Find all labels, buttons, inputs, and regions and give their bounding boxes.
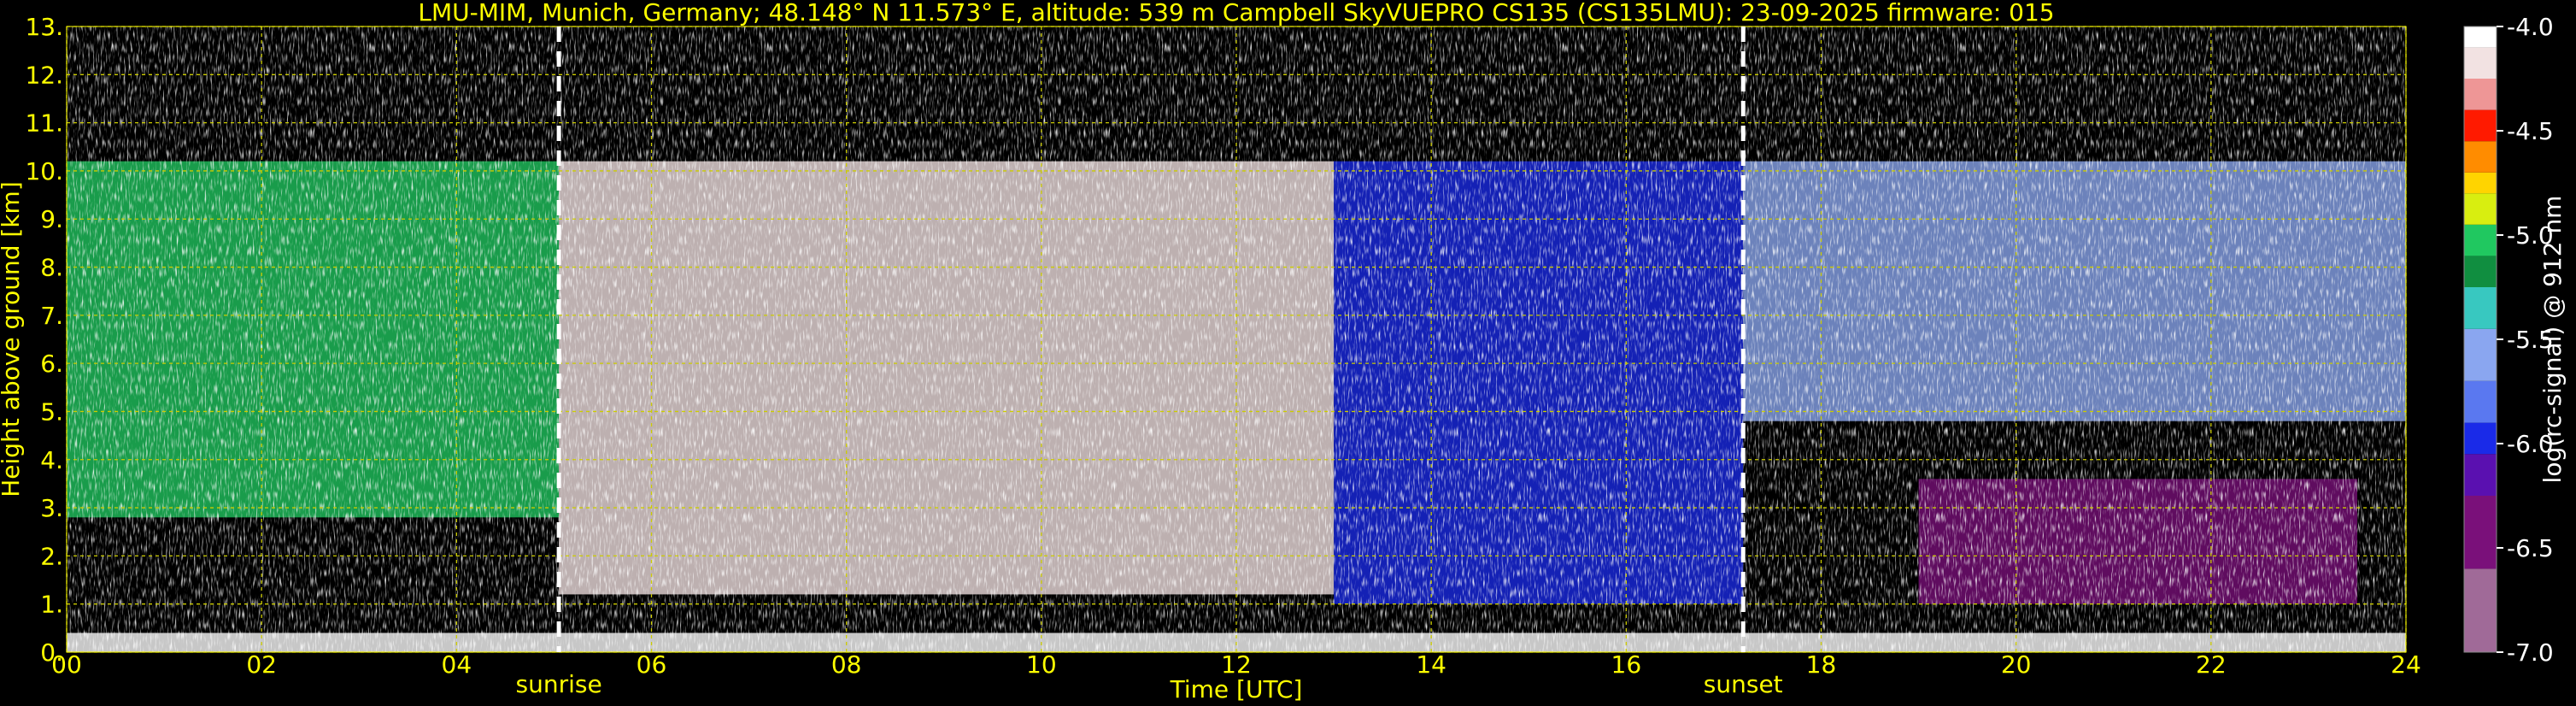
- x-tick-label: 10: [1026, 650, 1057, 679]
- colorbar-tick-label: -7.0: [2507, 638, 2554, 667]
- x-tick-label: 06: [637, 650, 667, 679]
- noise-overlay: [67, 26, 2406, 652]
- sun-event-label: sunset: [1704, 670, 1783, 698]
- colorbar-swatch: [2464, 79, 2497, 110]
- colorbar-swatch: [2464, 568, 2497, 652]
- y-tick-labels: 0.1.2.3.4.5.6.7.8.9.10.11.12.13.: [25, 13, 63, 667]
- colorbar-swatch: [2464, 109, 2497, 142]
- colorbar-tick-label: -4.0: [2507, 13, 2554, 41]
- y-tick-label: 11.: [25, 109, 63, 138]
- heatmap-layer: [67, 26, 2406, 652]
- y-tick-label: 12.: [25, 61, 63, 89]
- colorbar-swatch: [2464, 496, 2497, 569]
- colorbar-swatch: [2464, 256, 2497, 287]
- y-tick-label: 5.: [40, 397, 63, 426]
- colorbar-swatch: [2464, 193, 2497, 225]
- colorbar-swatch: [2464, 328, 2497, 381]
- colorbar-swatch: [2464, 141, 2497, 173]
- colorbar-tick-label: -6.5: [2507, 534, 2554, 562]
- y-tick-label: 10.: [25, 157, 63, 185]
- colorbar-swatch: [2464, 422, 2497, 455]
- y-tick-label: 4.: [40, 446, 63, 474]
- x-tick-label: 16: [1611, 650, 1642, 679]
- colorbar: [2464, 26, 2497, 652]
- y-tick-label: 1.: [40, 591, 63, 619]
- y-tick-label: 8.: [40, 254, 63, 282]
- colorbar-swatch: [2464, 172, 2497, 194]
- y-tick-label: 6.: [40, 350, 63, 378]
- colorbar-swatch: [2464, 47, 2497, 79]
- colorbar-swatch: [2464, 26, 2497, 48]
- x-tick-label: 14: [1416, 650, 1446, 679]
- y-tick-label: 9.: [40, 205, 63, 233]
- y-tick-label: 7.: [40, 302, 63, 330]
- colorbar-swatch: [2464, 287, 2497, 329]
- colorbar-swatch: [2464, 224, 2497, 256]
- colorbar-swatch: [2464, 380, 2497, 423]
- chart-title: LMU-MIM, Munich, Germany; 48.148° N 11.5…: [418, 0, 2054, 26]
- colorbar-swatch: [2464, 454, 2497, 496]
- x-tick-label: 04: [442, 650, 472, 679]
- y-tick-label: 3.: [40, 494, 63, 522]
- x-tick-label: 08: [831, 650, 862, 679]
- x-tick-label: 02: [246, 650, 277, 679]
- x-tick-label: 00: [51, 650, 82, 679]
- y-axis-label: Height above ground [km]: [0, 181, 25, 497]
- x-tick-label: 24: [2391, 650, 2421, 679]
- colorbar-label: log(rc-signal) @ 912 nm: [2538, 196, 2567, 484]
- x-axis-label: Time [UTC]: [1170, 675, 1303, 703]
- x-tick-label: 22: [2196, 650, 2227, 679]
- sun-event-label: sunrise: [516, 670, 602, 698]
- x-tick-label: 20: [2001, 650, 2032, 679]
- y-tick-label: 2.: [40, 542, 63, 570]
- colorbar-tick-label: -4.5: [2507, 117, 2554, 145]
- x-tick-label: 18: [1806, 650, 1837, 679]
- y-tick-label: 13.: [25, 13, 63, 41]
- ceilometer-chart: sunrise sunset 0.1.2.3.4.5.6.7.8.9.10.11.…: [0, 0, 2567, 703]
